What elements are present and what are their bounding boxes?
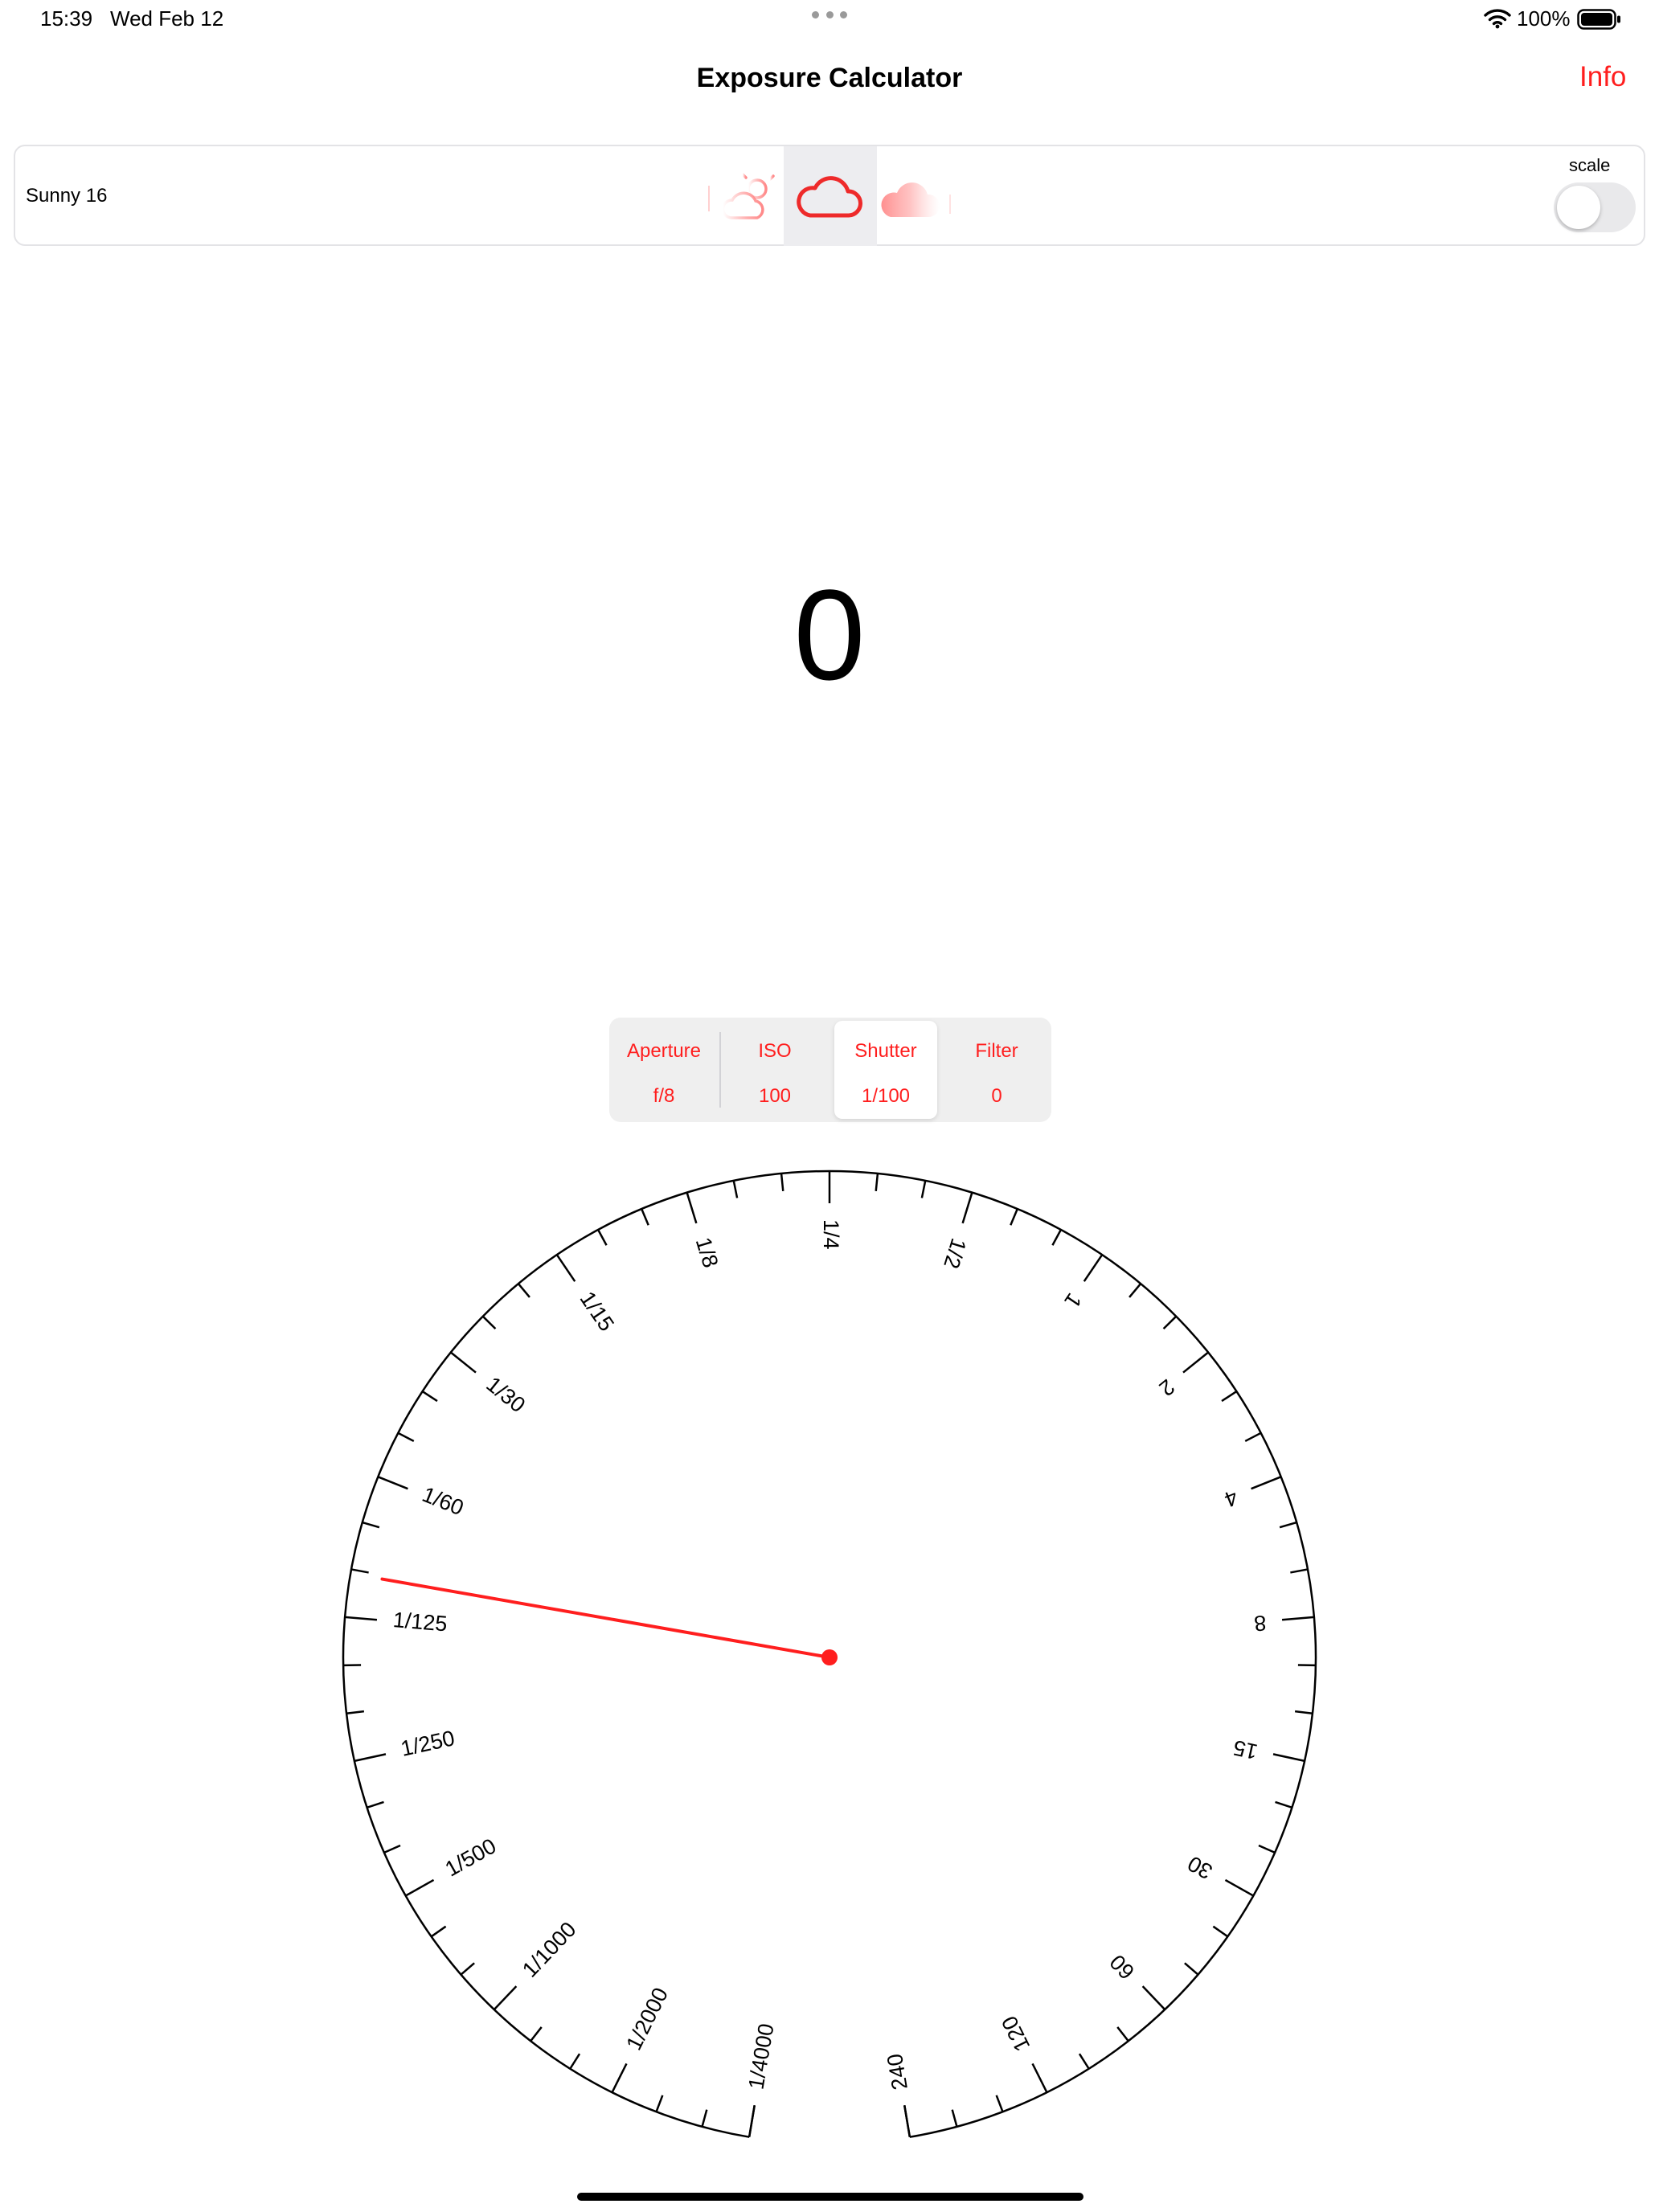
dial-minor-tick xyxy=(1129,1283,1142,1298)
dial-label: 1/1000 xyxy=(518,1917,581,1982)
dial-label: 1/30 xyxy=(481,1372,530,1417)
dial-major-tick xyxy=(1281,1616,1315,1621)
dial-label: 1/500 xyxy=(441,1833,501,1881)
dial-minor-tick xyxy=(1275,1800,1292,1809)
dial-major-tick xyxy=(1141,1985,1166,2010)
dial-pointer[interactable] xyxy=(380,1577,831,1659)
dial-minor-tick xyxy=(1279,1521,1297,1529)
dial-label: 1/8 xyxy=(691,1235,723,1271)
dial-major-tick xyxy=(1182,1351,1209,1374)
dial-minor-tick xyxy=(421,1390,438,1403)
dial-label: 1/125 xyxy=(392,1608,449,1636)
dial-label: 240 xyxy=(883,2052,912,2091)
dial-end-tick xyxy=(748,2105,756,2137)
dial-minor-tick xyxy=(481,1315,497,1330)
dial-minor-tick xyxy=(641,1208,649,1226)
dial-label: 120 xyxy=(997,2012,1034,2055)
dial-label: 1/2000 xyxy=(621,1984,673,2054)
dial-major-tick xyxy=(686,1192,698,1224)
dial-minor-tick xyxy=(367,1800,384,1809)
dial-pivot xyxy=(821,1649,838,1665)
dial-major-tick xyxy=(405,1878,435,1897)
dial-minor-tick xyxy=(920,1180,927,1198)
dial-label: 4 xyxy=(1221,1485,1241,1511)
home-indicator[interactable] xyxy=(577,2193,1083,2201)
dial-minor-tick xyxy=(995,2095,1004,2112)
dial-minor-tick xyxy=(701,2109,708,2128)
dial-minor-tick xyxy=(383,1844,401,1854)
shutter-dial[interactable]: 1/4000 1/2000 1/1000 1/500 1/250 1/125 1/60 1/3… xyxy=(0,0,1659,2212)
dial-label: 8 xyxy=(1253,1611,1267,1636)
dial-major-tick xyxy=(493,1985,518,2010)
dial-major-tick xyxy=(354,1753,387,1763)
dial-minor-tick xyxy=(875,1173,879,1191)
dial-minor-tick xyxy=(1184,1962,1199,1976)
dial-major-tick xyxy=(1272,1753,1305,1763)
dial-end-tick xyxy=(903,2105,911,2137)
dial-minor-tick xyxy=(346,1710,365,1714)
dial-major-tick xyxy=(344,1616,378,1621)
dial-major-tick xyxy=(377,1476,408,1490)
dial-minor-tick xyxy=(1116,2026,1129,2042)
dial-label: 1/60 xyxy=(419,1482,467,1520)
dial-label: 1/15 xyxy=(576,1287,619,1335)
dial-label: 30 xyxy=(1184,1851,1217,1884)
dial-major-tick xyxy=(450,1351,477,1374)
dial-minor-tick xyxy=(1212,1925,1229,1938)
dial-label: 1/4 xyxy=(819,1219,843,1250)
dial-label: 1/2 xyxy=(939,1235,971,1272)
dial-minor-tick xyxy=(1244,1432,1262,1443)
dial-minor-tick xyxy=(1162,1315,1178,1330)
dial-minor-tick xyxy=(1010,1208,1018,1226)
dial-minor-tick xyxy=(732,1180,739,1198)
dial-minor-tick xyxy=(397,1432,415,1443)
dial-minor-tick xyxy=(596,1229,608,1246)
dial-label: 60 xyxy=(1105,1950,1139,1984)
dial-major-tick xyxy=(555,1254,576,1282)
dial-major-tick xyxy=(1031,2062,1048,2093)
dial-minor-tick xyxy=(1221,1390,1238,1403)
dial-major-tick xyxy=(961,1192,973,1224)
dial-major-tick xyxy=(1224,1878,1254,1897)
dial-label: 1/250 xyxy=(399,1726,457,1761)
dial-label: 2 xyxy=(1155,1374,1180,1401)
dial-minor-tick xyxy=(780,1173,784,1191)
dial-minor-tick xyxy=(362,1521,380,1529)
dial-label: 1/4000 xyxy=(743,2022,778,2091)
dial-minor-tick xyxy=(1290,1568,1309,1574)
dial-minor-tick xyxy=(1294,1710,1313,1714)
dial-minor-tick xyxy=(569,2053,581,2070)
dial-label: 15 xyxy=(1231,1735,1260,1764)
dial-minor-tick xyxy=(1051,1229,1063,1246)
dial-major-tick xyxy=(1083,1254,1104,1282)
dial-minor-tick xyxy=(517,1283,530,1298)
dial-minor-tick xyxy=(655,2095,664,2112)
dial-minor-tick xyxy=(460,1962,475,1976)
dial-minor-tick xyxy=(530,2026,543,2042)
dial-minor-tick xyxy=(1258,1844,1276,1854)
dial-minor-tick xyxy=(350,1568,369,1574)
dial-major-tick xyxy=(1251,1476,1282,1490)
dial-minor-tick xyxy=(951,2109,958,2128)
dial-minor-tick xyxy=(1078,2053,1090,2070)
dial-minor-tick xyxy=(430,1925,447,1938)
dial-major-tick xyxy=(611,2062,628,2093)
dial-label: 1 xyxy=(1059,1288,1086,1312)
